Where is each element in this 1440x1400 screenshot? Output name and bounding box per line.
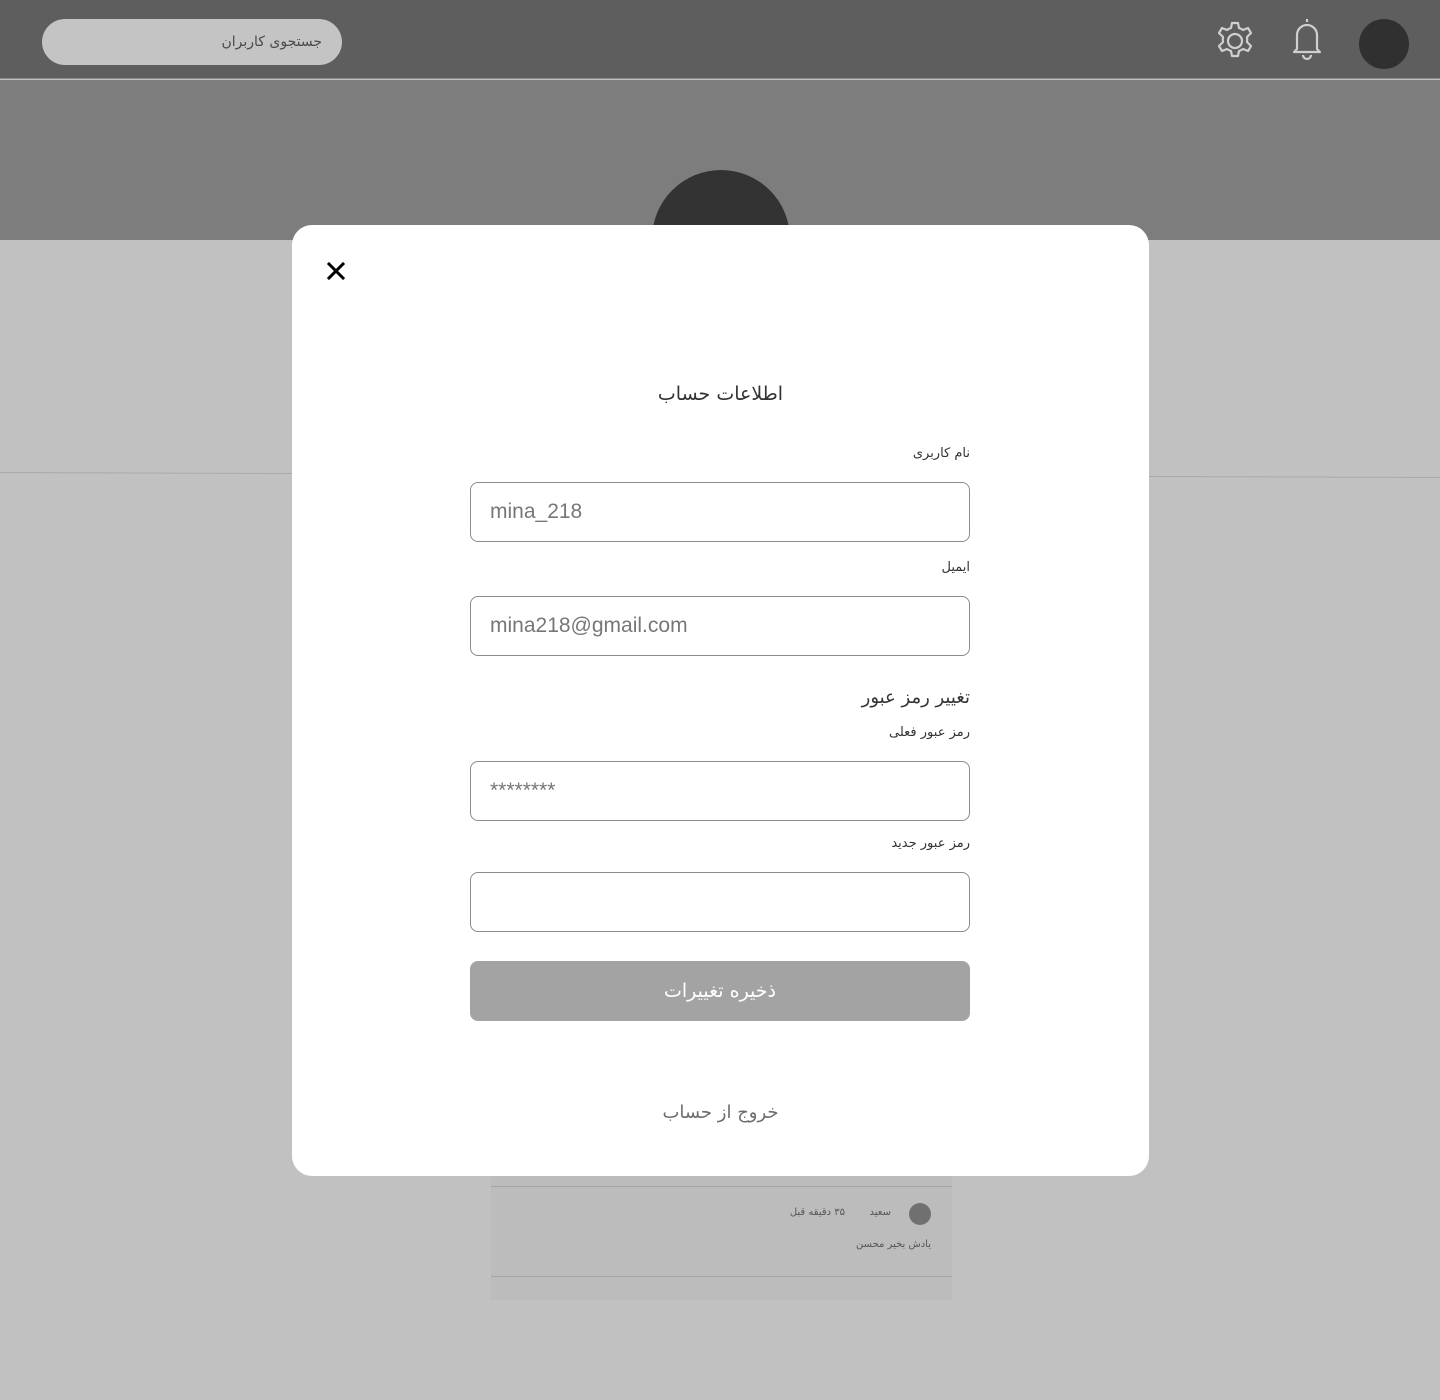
save-changes-button[interactable]: ذخیره تغییرات	[470, 961, 970, 1021]
comment-avatar	[909, 1203, 931, 1225]
comment-author: سعید	[869, 1207, 891, 1218]
user-search-input[interactable]	[42, 19, 342, 65]
top-bar	[0, 0, 1440, 79]
modal-title: اطلاعات حساب	[657, 383, 784, 405]
current-password-label: رمز عبور فعلی	[889, 725, 970, 740]
username-field[interactable]	[470, 482, 970, 542]
username-input[interactable]	[471, 483, 969, 541]
logout-link[interactable]: خروج از حساب	[292, 1102, 1149, 1123]
divider	[491, 1186, 952, 1187]
email-input[interactable]	[471, 597, 969, 655]
email-label: ایمیل	[941, 560, 970, 575]
close-icon[interactable]	[325, 260, 347, 282]
username-label: نام کاربری	[912, 446, 970, 461]
current-password-input[interactable]	[471, 762, 969, 820]
account-info-modal: اطلاعات حساب نام کاربری ایمیل تغییر رمز …	[292, 225, 1149, 1176]
bell-icon[interactable]	[1288, 16, 1326, 62]
new-password-field[interactable]	[470, 872, 970, 932]
post-comments: سعید ۳۵ دقیقه قبل یادش بخیر محسن	[491, 1160, 952, 1300]
change-password-title: تغییر رمز عبور	[861, 687, 970, 708]
comment-time: ۳۵ دقیقه قبل	[789, 1207, 845, 1218]
new-password-label: رمز عبور جدید	[891, 836, 970, 851]
comment-text: یادش بخیر محسن	[856, 1239, 931, 1250]
email-field[interactable]	[470, 596, 970, 656]
gear-icon[interactable]	[1213, 18, 1257, 62]
current-password-field[interactable]	[470, 761, 970, 821]
divider	[491, 1276, 952, 1277]
new-password-input[interactable]	[471, 873, 969, 931]
profile-cover	[0, 80, 1440, 240]
user-search[interactable]	[42, 19, 342, 65]
user-avatar[interactable]	[1359, 19, 1409, 69]
